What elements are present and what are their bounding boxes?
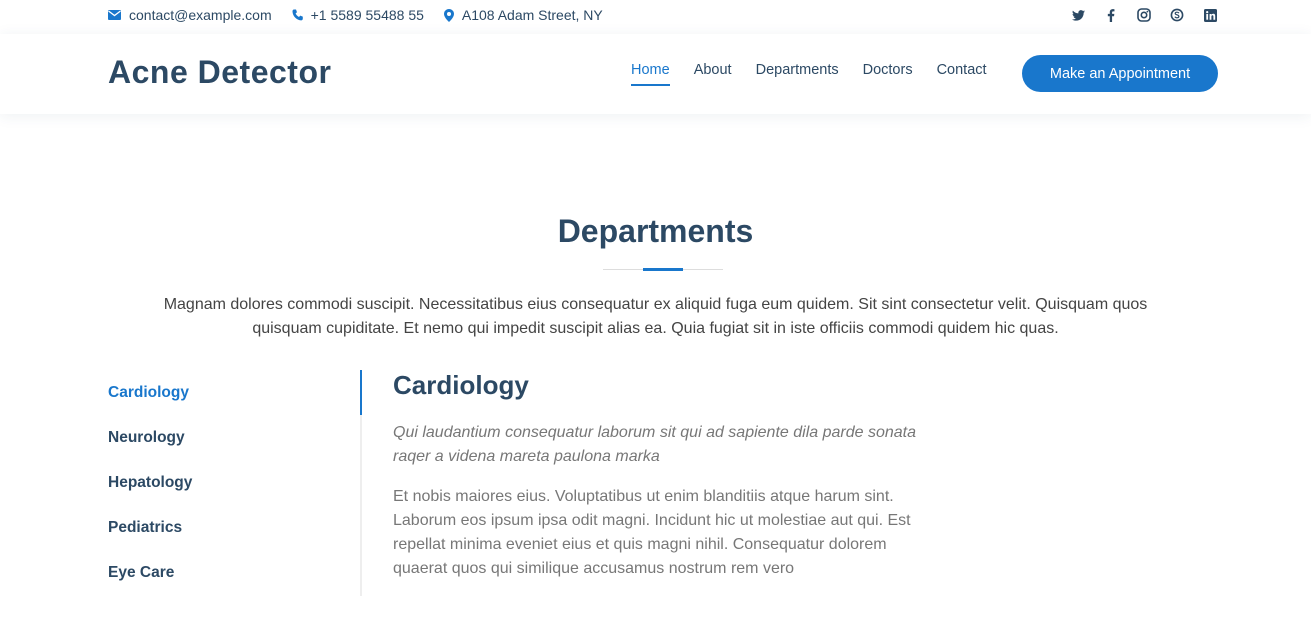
linkedin-icon[interactable] [1202,7,1218,23]
nav-about[interactable]: About [694,62,732,86]
contact-email: contact@example.com [108,6,272,24]
main-nav: Home About Departments Doctors Contact [631,62,1011,86]
nav-home[interactable]: Home [631,62,670,86]
location-pin-icon [443,8,454,22]
phone-text[interactable]: +1 5589 55488 55 [311,7,424,23]
nav-departments[interactable]: Departments [756,62,839,86]
section-description: Magnam dolores commodi suscipit. Necessi… [163,296,1148,337]
site-header: Acne Detector Home About Departments Doc… [0,34,1311,114]
contact-info: contact@example.com +1 5589 55488 55 A10… [108,6,623,24]
tab-cardiology[interactable]: Cardiology [108,384,189,408]
department-tabs: Cardiology Neurology Hepatology Pediatri… [108,370,362,596]
department-lead: Qui laudantium consequatur laborum sit q… [393,424,916,465]
tab-eye-care[interactable]: Eye Care [108,564,174,588]
top-bar: contact@example.com +1 5589 55488 55 A10… [0,0,1311,34]
nav-doctors[interactable]: Doctors [863,62,913,86]
section-title: Departments [557,213,754,249]
contact-phone: +1 5589 55488 55 [292,6,424,24]
address-text: A108 Adam Street, NY [461,7,603,23]
instagram-icon[interactable] [1136,7,1152,23]
tab-hepatology[interactable]: Hepatology [108,474,192,498]
contact-address: A108 Adam Street, NY [443,6,603,24]
department-body: Et nobis maiores eius. Voluptatibus ut e… [393,488,911,577]
social-links [1053,7,1218,23]
department-title: Cardiology [393,370,529,400]
envelope-icon [108,10,121,20]
skype-icon[interactable] [1169,7,1185,23]
active-tab-indicator [360,370,362,415]
site-logo[interactable]: Acne Detector [108,54,331,91]
title-divider-accent [643,268,683,271]
phone-icon [292,9,303,21]
make-appointment-button[interactable]: Make an Appointment [1022,55,1218,92]
nav-contact[interactable]: Contact [937,62,987,86]
tab-pediatrics[interactable]: Pediatrics [108,519,182,543]
tab-neurology[interactable]: Neurology [108,429,185,453]
twitter-icon[interactable] [1070,7,1086,23]
email-text[interactable]: contact@example.com [129,7,272,23]
facebook-icon[interactable] [1103,7,1119,23]
